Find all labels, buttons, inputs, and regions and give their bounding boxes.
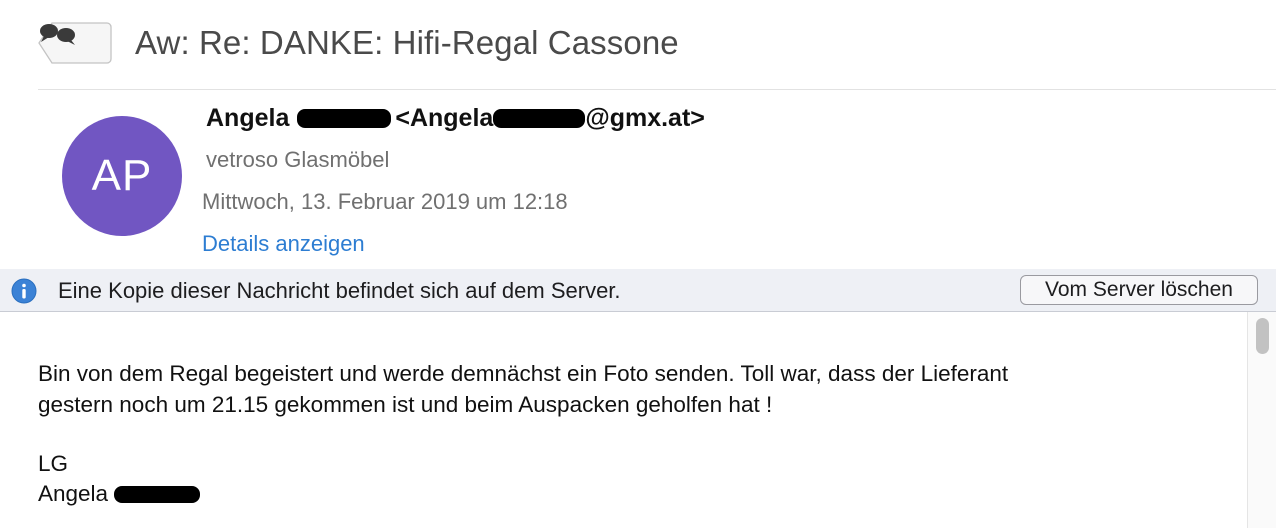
mail-subject: Aw: Re: DANKE: Hifi-Regal Cassone: [135, 24, 679, 61]
mail-date: Mittwoch, 13. Februar 2019 um 12:18: [202, 189, 568, 214]
info-icon: [11, 278, 37, 304]
back-button[interactable]: [38, 22, 112, 64]
details-link[interactable]: Details anzeigen: [202, 231, 365, 257]
server-copy-banner: Eine Kopie dieser Nachricht befindet sic…: [0, 269, 1276, 312]
signature: Angela: [38, 481, 201, 507]
greeting: LG: [38, 451, 69, 476]
conversation-bubbles-icon: [40, 24, 75, 45]
signature-name: Angela: [38, 481, 109, 506]
sender-email-suffix: @gmx.at>: [585, 104, 705, 132]
message-line: gestern noch um 21.15 gekommen ist und b…: [38, 392, 773, 417]
avatar: AP: [62, 116, 182, 236]
redaction-bar: [493, 109, 586, 128]
mail-window: Aw: Re: DANKE: Hifi-Regal Cassone AP Ang…: [0, 0, 1276, 528]
sender-organization: vetroso Glasmöbel: [206, 147, 390, 172]
redaction-bar: [297, 109, 392, 128]
sender-first-name: Angela: [206, 104, 290, 132]
scroll-thumb[interactable]: [1256, 318, 1269, 354]
vertical-scrollbar[interactable]: [1247, 312, 1276, 528]
delete-from-server-button[interactable]: Vom Server löschen: [1020, 275, 1258, 305]
banner-text: Eine Kopie dieser Nachricht befindet sic…: [58, 278, 621, 303]
redaction-bar: [114, 485, 201, 503]
sender-line[interactable]: Angela <Angela @gmx.at>: [206, 104, 705, 133]
message-line: Bin von dem Regal begeistert und werde d…: [38, 361, 1009, 386]
sender-email-prefix: <Angela: [395, 104, 494, 132]
title-divider: [38, 89, 1276, 90]
